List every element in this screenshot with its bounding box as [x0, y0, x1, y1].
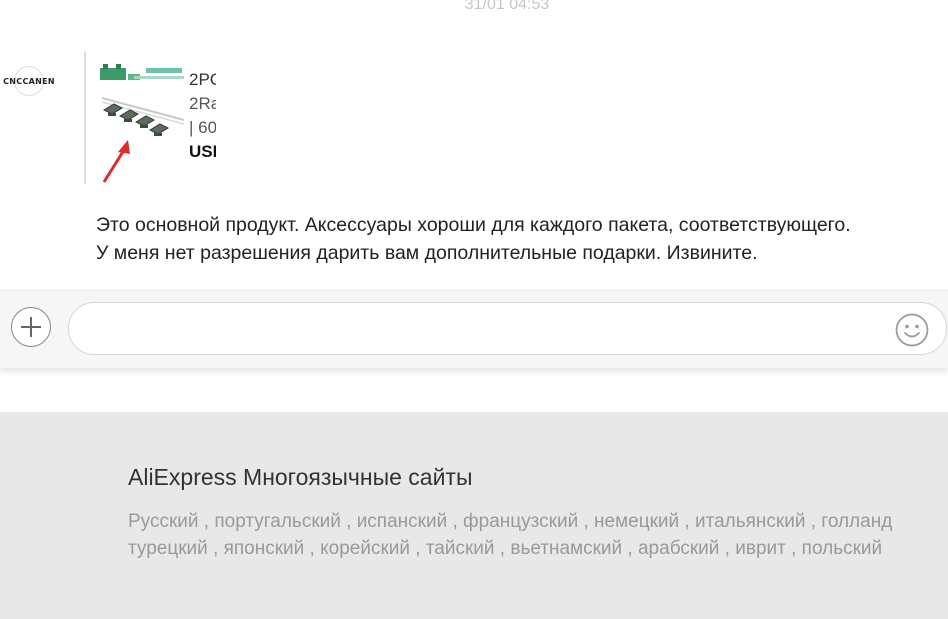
message-line: У меня нет разрешения дарить вам дополни…	[96, 242, 758, 264]
product-title-line3: | 60	[189, 118, 216, 137]
message-composer	[0, 290, 948, 368]
message-input[interactable]	[89, 313, 889, 345]
message-timestamp: 31/01 04:53	[464, 0, 550, 13]
message-input-wrapper[interactable]	[68, 302, 947, 355]
plus-icon	[21, 317, 41, 337]
message-line: Это основной продукт. Аксессуары хороши …	[96, 214, 851, 236]
product-price: USD	[189, 142, 216, 161]
add-attachment-button[interactable]	[11, 307, 51, 347]
language-links-line[interactable]: Русский , португальский , испанский , фр…	[128, 508, 892, 535]
smiley-icon[interactable]	[895, 313, 929, 347]
product-thumbnail	[100, 64, 185, 183]
product-info: 2PC 2Ra | 60 USD	[189, 68, 216, 164]
seller-avatar-text: CNCCANEN	[3, 76, 55, 86]
seller-message: Это основной продукт. Аксессуары хороши …	[96, 211, 851, 267]
language-links[interactable]: Русский , португальский , испанский , фр…	[128, 508, 892, 562]
product-title-line1: 2PC	[189, 70, 216, 89]
chat-page: 31/01 04:53 CNCCANEN 2P 2R | 60 US Это о…	[0, 0, 948, 619]
product-title-line2: 2Ra	[189, 94, 216, 113]
site-footer: AliExpress Многоязычные сайты Русский , …	[0, 412, 948, 619]
product-card[interactable]: 2PC 2Ra | 60 USD	[84, 52, 216, 184]
language-links-line[interactable]: турецкий , японский , корейский , тайски…	[128, 535, 892, 562]
footer-title: AliExpress Многоязычные сайты	[128, 464, 473, 490]
seller-avatar[interactable]: CNCCANEN	[3, 66, 55, 96]
